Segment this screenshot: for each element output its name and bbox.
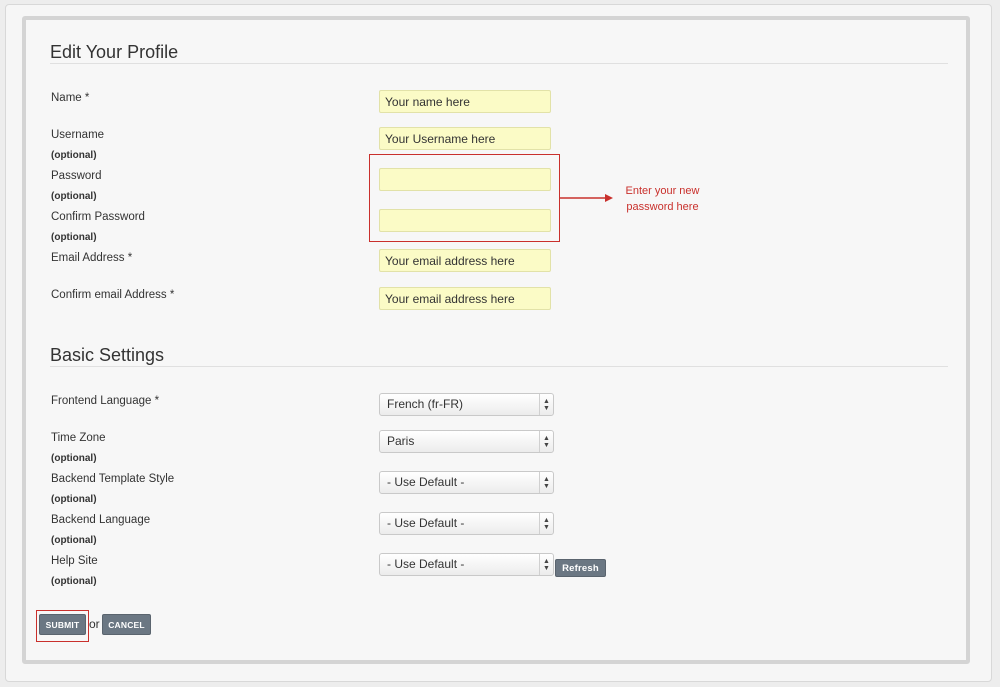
backend-language-optional-note: (optional) [51,535,97,546]
basic-settings-divider [50,366,948,367]
confirm-password-label: Confirm Password [51,211,145,223]
username-input[interactable] [379,127,551,150]
username-label: Username [51,129,105,141]
email-input[interactable] [379,249,551,272]
time-zone-value: Paris [387,434,415,448]
confirm-email-label: Confirm email Address * [51,289,175,301]
select-arrows-icon: ▲ ▼ [539,394,553,415]
select-arrows-icon: ▲ ▼ [539,513,553,534]
frontend-language-value: French (fr-FR) [387,397,463,411]
time-zone-optional-note: (optional) [51,453,97,464]
help-site-select[interactable]: - Use Default - ▲ ▼ [379,553,554,576]
backend-template-style-optional-note: (optional) [51,494,97,505]
frontend-language-select[interactable]: French (fr-FR) ▲ ▼ [379,393,554,416]
name-label: Name * [51,92,90,104]
select-arrows-icon: ▲ ▼ [539,472,553,493]
username-optional-note: (optional) [51,150,97,161]
help-site-label: Help Site [51,555,98,567]
backend-language-value: - Use Default - [387,516,465,530]
annotation-arrow-icon [560,194,613,202]
help-site-optional-note: (optional) [51,576,97,587]
backend-language-select[interactable]: - Use Default - ▲ ▼ [379,512,554,535]
submit-button[interactable]: SUBMIT [39,614,86,635]
password-optional-note: (optional) [51,191,97,202]
password-annotation-text: Enter your new password here [615,183,710,215]
confirm-password-optional-note: (optional) [51,232,97,243]
profile-section-divider [50,63,948,64]
frontend-language-label: Frontend Language * [51,395,160,407]
cancel-button[interactable]: CANCEL [102,614,151,635]
password-label: Password [51,170,102,182]
help-site-value: - Use Default - [387,557,465,571]
password-highlight-box [369,154,560,242]
time-zone-label: Time Zone [51,432,106,444]
select-arrows-icon: ▲ ▼ [539,554,553,575]
backend-template-style-select[interactable]: - Use Default - ▲ ▼ [379,471,554,494]
time-zone-select[interactable]: Paris ▲ ▼ [379,430,554,453]
backend-template-style-label: Backend Template Style [51,473,175,485]
annotation-line-2: password here [626,201,699,213]
confirm-email-input[interactable] [379,287,551,310]
annotation-line-1: Enter your new [625,185,700,197]
select-arrows-icon: ▲ ▼ [539,431,553,452]
backend-template-style-value: - Use Default - [387,475,465,489]
name-input[interactable] [379,90,551,113]
email-label: Email Address * [51,252,133,264]
basic-settings-title: Basic Settings [50,345,165,365]
backend-language-label: Backend Language [51,514,151,526]
profile-section-title: Edit Your Profile [50,42,179,62]
or-separator: or [89,617,100,631]
refresh-button[interactable]: Refresh [555,559,606,577]
